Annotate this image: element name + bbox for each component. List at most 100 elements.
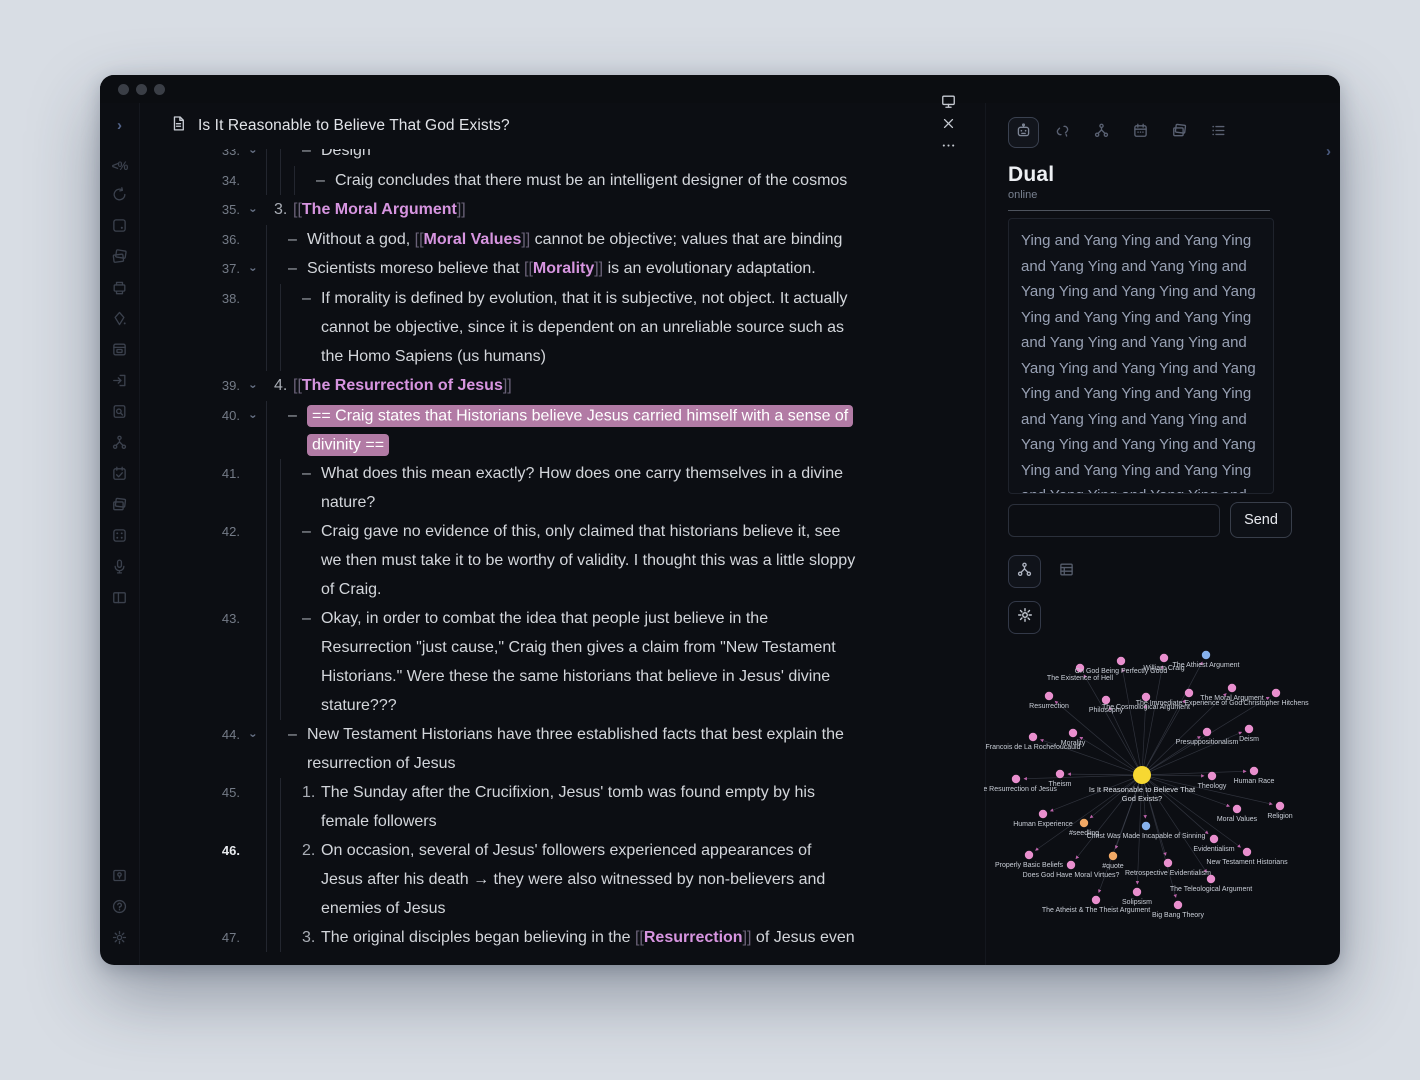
wiki-link[interactable]: Moral Values bbox=[424, 231, 522, 248]
graph-node[interactable] bbox=[1243, 848, 1251, 856]
graph-tab-table[interactable] bbox=[1050, 555, 1083, 588]
graph-node[interactable] bbox=[1207, 875, 1215, 883]
graph-node[interactable] bbox=[1202, 651, 1210, 659]
rail-dice-alt-button[interactable] bbox=[108, 522, 132, 553]
rail-file-search-button[interactable] bbox=[108, 398, 132, 429]
outline-line[interactable]: 45.1.The Sunday after the Crucifixion, J… bbox=[140, 778, 985, 836]
line-number: 37. bbox=[154, 254, 240, 284]
monitor-icon bbox=[940, 93, 957, 115]
rail-dice-button[interactable] bbox=[108, 212, 132, 243]
graph-node[interactable] bbox=[1045, 692, 1053, 700]
traffic-light-minimize[interactable] bbox=[136, 84, 147, 95]
gallery-icon bbox=[111, 496, 128, 518]
outline-line[interactable]: 46.2.On occasion, several of Jesus' foll… bbox=[140, 836, 985, 923]
collapse-chevron-icon[interactable]: › bbox=[239, 415, 268, 419]
wiki-link[interactable]: Morality bbox=[533, 260, 594, 277]
rail-settings-button[interactable] bbox=[108, 924, 132, 955]
graph-node[interactable] bbox=[1185, 689, 1193, 697]
outline-line[interactable]: 33.›–Design bbox=[140, 149, 985, 166]
graph-node[interactable] bbox=[1025, 851, 1033, 859]
graph-node[interactable] bbox=[1174, 901, 1182, 909]
outline-line[interactable]: 34.–Craig concludes that there must be a… bbox=[140, 166, 985, 195]
traffic-light-zoom[interactable] bbox=[154, 84, 165, 95]
collapse-chevron-icon[interactable]: › bbox=[239, 150, 268, 154]
outline-line[interactable]: 40.›–== Craig states that Historians bel… bbox=[140, 401, 985, 459]
outline-line[interactable]: 35.›3.[[The Moral Argument]] bbox=[140, 195, 985, 225]
wiki-link[interactable]: The Moral Argument bbox=[302, 201, 457, 218]
graph-node[interactable] bbox=[1210, 835, 1218, 843]
graph-node[interactable] bbox=[1117, 657, 1125, 665]
graph-node[interactable] bbox=[1245, 725, 1253, 733]
graph-node[interactable] bbox=[1233, 805, 1241, 813]
collapse-chevron-icon[interactable]: › bbox=[239, 734, 268, 738]
graph-node[interactable] bbox=[1228, 684, 1236, 692]
graph-node[interactable] bbox=[1092, 896, 1100, 904]
graph-tab-graph[interactable] bbox=[1008, 555, 1041, 588]
graph-node[interactable] bbox=[1069, 729, 1077, 737]
rail-help-button[interactable] bbox=[108, 893, 132, 924]
rail-graph-button[interactable] bbox=[108, 429, 132, 460]
graph-node[interactable] bbox=[1067, 861, 1075, 869]
graph-node[interactable] bbox=[1203, 728, 1211, 736]
rail-code-button[interactable]: <% bbox=[108, 150, 132, 181]
expand-sidebar-chevron-icon[interactable]: › bbox=[117, 117, 122, 134]
rail-cards-button[interactable] bbox=[108, 243, 132, 274]
graph-node[interactable] bbox=[1102, 696, 1110, 704]
outline-line[interactable]: 44.›–New Testament Historians have three… bbox=[140, 720, 985, 778]
collapse-chevron-icon[interactable]: › bbox=[239, 385, 268, 389]
outline-line[interactable]: 38.–If morality is defined by evolution,… bbox=[140, 284, 985, 371]
graph-node[interactable] bbox=[1250, 767, 1258, 775]
graph-node[interactable] bbox=[1272, 689, 1280, 697]
outline-line[interactable]: 43.–Okay, in order to combat the idea th… bbox=[140, 604, 985, 720]
collapse-chevron-icon[interactable]: › bbox=[239, 209, 268, 213]
chat-message[interactable]: Ying and Yang Ying and Yang Ying and Yan… bbox=[1008, 218, 1274, 494]
graph-node[interactable] bbox=[1056, 770, 1064, 778]
chat-input[interactable] bbox=[1008, 504, 1220, 537]
panel-tab-graph[interactable] bbox=[1086, 117, 1117, 148]
panel-tab-gallery[interactable] bbox=[1164, 117, 1195, 148]
traffic-light-close[interactable] bbox=[118, 84, 129, 95]
rail-calendar-check-button[interactable] bbox=[108, 460, 132, 491]
graph-node[interactable] bbox=[1012, 775, 1020, 783]
panel-tab-calendar[interactable] bbox=[1125, 117, 1156, 148]
outline-line[interactable]: 36.–Without a god, [[Moral Values]] cann… bbox=[140, 225, 985, 254]
close-button[interactable] bbox=[940, 115, 957, 137]
monitor-button[interactable] bbox=[940, 93, 957, 115]
graph-node[interactable] bbox=[1142, 822, 1150, 830]
collapse-panel-chevron-icon[interactable]: › bbox=[1326, 143, 1331, 160]
outline-line[interactable]: 39.›4.[[The Resurrection of Jesus]] bbox=[140, 371, 985, 401]
graph-node[interactable] bbox=[1080, 819, 1088, 827]
rail-print-button[interactable] bbox=[108, 274, 132, 305]
rail-gallery-button[interactable] bbox=[108, 491, 132, 522]
rail-paint-button[interactable] bbox=[108, 305, 132, 336]
rail-history-button[interactable] bbox=[108, 181, 132, 212]
graph-node[interactable] bbox=[1133, 888, 1141, 896]
send-button[interactable]: Send bbox=[1230, 502, 1292, 538]
outline-line[interactable]: 42.–Craig gave no evidence of this, only… bbox=[140, 517, 985, 604]
graph-node[interactable] bbox=[1109, 852, 1117, 860]
graph-view[interactable]: The Existence of HellOn God Being Perfec… bbox=[984, 643, 1340, 965]
graph-center-node[interactable] bbox=[1133, 766, 1151, 784]
rail-mic-button[interactable] bbox=[108, 553, 132, 584]
outline-line[interactable]: 41.–What does this mean exactly? How doe… bbox=[140, 459, 985, 517]
graph-node[interactable] bbox=[1208, 772, 1216, 780]
graph-node[interactable] bbox=[1164, 859, 1172, 867]
graph-node[interactable] bbox=[1029, 733, 1037, 741]
panel-tab-robot[interactable] bbox=[1008, 117, 1039, 148]
rail-vault-button[interactable] bbox=[108, 862, 132, 893]
wiki-link[interactable]: The Resurrection of Jesus bbox=[302, 377, 503, 394]
editor-content[interactable]: 33.›–Design34.–Craig concludes that ther… bbox=[140, 149, 985, 965]
rail-sign-in-button[interactable] bbox=[108, 367, 132, 398]
graph-node[interactable] bbox=[1160, 654, 1168, 662]
graph-settings-button[interactable] bbox=[1008, 601, 1041, 634]
graph-node[interactable] bbox=[1276, 802, 1284, 810]
panel-tab-link[interactable] bbox=[1047, 117, 1078, 148]
outline-line[interactable]: 37.›–Scientists moreso believe that [[Mo… bbox=[140, 254, 985, 284]
wiki-link[interactable]: Resurrection bbox=[644, 929, 743, 946]
outline-line[interactable]: 47.3.The original disciples began believ… bbox=[140, 923, 985, 952]
graph-node[interactable] bbox=[1039, 810, 1047, 818]
collapse-chevron-icon[interactable]: › bbox=[239, 268, 268, 272]
panel-tab-list[interactable] bbox=[1203, 117, 1234, 148]
rail-layout-button[interactable] bbox=[108, 584, 132, 615]
rail-archive-button[interactable] bbox=[108, 336, 132, 367]
